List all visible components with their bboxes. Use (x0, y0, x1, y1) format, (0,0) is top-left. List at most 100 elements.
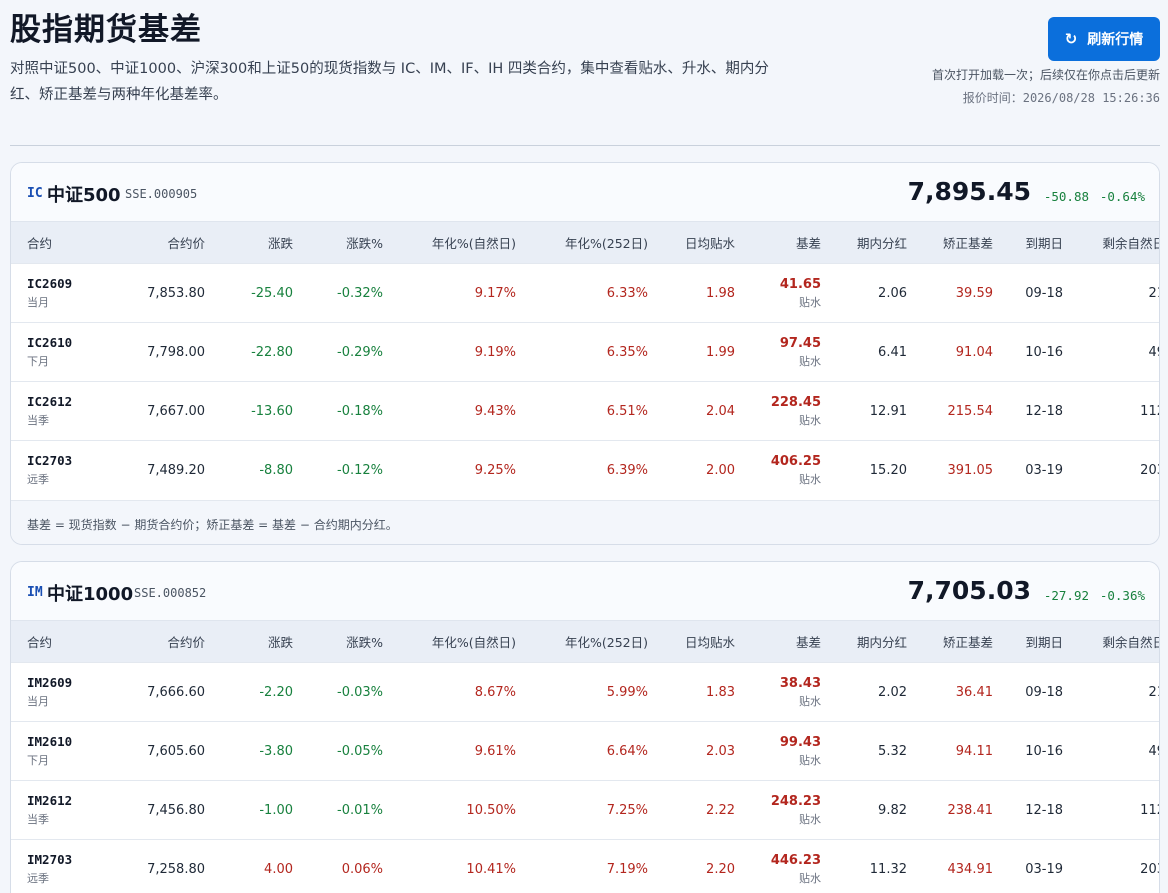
refresh-button[interactable]: ↻ 刷新行情 (1048, 17, 1160, 61)
dividend-value: 5.32 (878, 743, 907, 759)
dividend-value: 2.02 (878, 684, 907, 700)
change-value: -25.40 (251, 285, 293, 301)
change-pct-value: 0.06% (341, 861, 383, 877)
refresh-button-label: 刷新行情 (1087, 32, 1144, 48)
expiry-date: 12-18 (1025, 403, 1063, 419)
table-row: IM2609 当月 7,666.60 -2.20 -0.03% 8.67% 5.99% 1.8… (11, 662, 1159, 722)
annual-natural-value: 10.41% (466, 861, 516, 877)
daily-discount-value: 2.22 (706, 802, 735, 818)
days-left-value: 21 (1148, 285, 1159, 301)
change-pct-value: -0.32% (337, 285, 383, 301)
daily-discount-value: 2.20 (706, 861, 735, 877)
change-value: -22.80 (251, 344, 293, 360)
expiry-date: 09-18 (1025, 684, 1063, 700)
contract-price: 7,853.80 (147, 285, 205, 301)
annual-252-value: 6.39% (606, 462, 648, 478)
contracts-table: 合约 合约价 涨跌 涨跌% 年化%(自然日) 年化%(252日) 日均贴水 基差 期内分红 矫正基… (11, 221, 1159, 500)
contract-code: IM2609 (27, 675, 73, 690)
column-header-annual-natural-col: 年化%(自然日) (399, 620, 532, 663)
dividend-value: 15.20 (869, 462, 907, 478)
annual-252-value: 7.25% (606, 802, 648, 818)
adjusted-basis-value: 36.41 (955, 684, 993, 700)
basis-value: 38.43 (779, 675, 821, 691)
annual-natural-value: 8.67% (474, 684, 516, 700)
card-header: IM 中证1000 SSE.000852 7,705.03 -27.92 -0.… (11, 562, 1159, 620)
change-pct-value: -0.18% (337, 403, 383, 419)
basis-value: 41.65 (779, 276, 821, 292)
column-header-days-left-col: 剩余自然日 (1079, 620, 1159, 663)
annual-252-value: 6.64% (606, 743, 648, 759)
contract-month-label: 当月 (27, 695, 49, 708)
daily-discount-value: 2.04 (706, 403, 735, 419)
card-change: -50.88 (1043, 189, 1089, 204)
contracts-table: 合约 合约价 涨跌 涨跌% 年化%(自然日) 年化%(252日) 日均贴水 基差 期内分红 矫正基… (11, 620, 1159, 893)
change-value: 4.00 (264, 861, 293, 877)
column-header-change-pct-col: 涨跌% (309, 221, 399, 264)
card-symbol: SSE.000852 (134, 586, 207, 600)
basis-value: 248.23 (770, 793, 821, 809)
card-code: IM (27, 585, 43, 600)
basis-value: 228.45 (770, 394, 821, 410)
annual-252-value: 6.35% (606, 344, 648, 360)
column-header-daily-discount-col: 日均贴水 (664, 221, 751, 264)
contract-price: 7,489.20 (147, 462, 205, 478)
change-pct-value: -0.12% (337, 462, 383, 478)
expiry-date: 10-16 (1025, 344, 1063, 360)
column-header-change-pct-col: 涨跌% (309, 620, 399, 663)
column-header-days-left-col: 剩余自然日 (1079, 221, 1159, 264)
page-title: 股指期货基差 (10, 12, 202, 48)
header-divider (10, 145, 1160, 146)
contract-price: 7,666.60 (147, 684, 205, 700)
annual-252-value: 6.51% (606, 403, 648, 419)
column-header-change-col: 涨跌 (221, 620, 309, 663)
basis-tag: 贴水 (799, 413, 821, 427)
contract-code: IM2703 (27, 852, 73, 868)
days-left-value: 112 (1140, 403, 1159, 419)
daily-discount-value: 2.03 (706, 743, 735, 759)
dividend-value: 6.41 (878, 344, 907, 360)
card-spot-price: 7,705.03 (907, 576, 1031, 605)
adjusted-basis-value: 91.04 (955, 344, 993, 360)
adjusted-basis-value: 434.91 (947, 861, 994, 877)
column-header-annual-252-col: 年化%(252日) (532, 620, 664, 663)
page-description: 对照中证500、中证1000、沪深300和上证50的现货指数与 IC、IM、IF… (10, 61, 769, 103)
adjusted-basis-value: 215.54 (947, 403, 994, 419)
contract-code: IC2609 (27, 276, 73, 291)
contract-price: 7,605.60 (147, 743, 205, 759)
basis-tag: 贴水 (799, 871, 821, 885)
column-header-expiry-col: 到期日 (1009, 620, 1079, 663)
contract-code: IC2703 (27, 453, 73, 469)
change-value: -2.20 (259, 684, 293, 700)
index-card-im: IM 中证1000 SSE.000852 7,705.03 -27.92 -0.… (10, 561, 1160, 893)
basis-value: 406.25 (770, 453, 821, 469)
column-header-daily-discount-col: 日均贴水 (664, 620, 751, 663)
dividend-value: 11.32 (869, 861, 907, 877)
adjusted-basis-value: 39.59 (955, 285, 993, 301)
change-pct-value: -0.05% (337, 743, 383, 759)
basis-tag: 贴水 (799, 354, 821, 368)
basis-tag: 贴水 (799, 295, 821, 309)
annual-252-value: 5.99% (606, 684, 648, 700)
contract-month-label: 远季 (27, 473, 49, 487)
contract-month-label: 当季 (27, 414, 49, 427)
column-header-expiry-col: 到期日 (1009, 221, 1079, 264)
change-value: -8.80 (259, 462, 293, 478)
expiry-date: 10-16 (1025, 743, 1063, 759)
adjusted-basis-value: 94.11 (955, 743, 993, 759)
basis-value: 97.45 (779, 335, 821, 351)
contract-month-label: 下月 (27, 355, 49, 368)
annual-252-value: 6.33% (606, 285, 648, 301)
column-header-contract-col: 合约 (11, 620, 111, 663)
column-header-price-col: 合约价 (111, 221, 221, 264)
annual-252-value: 7.19% (606, 861, 648, 877)
contract-month-label: 当季 (27, 813, 49, 826)
column-header-dividend-col: 期内分红 (837, 221, 923, 264)
page-header: 股指期货基差 对照中证500、中证1000、沪深300和上证50的现货指数与 I… (10, 0, 1160, 130)
contract-code: IC2612 (27, 394, 73, 409)
card-spot-price: 7,895.45 (907, 177, 1031, 206)
annual-natural-value: 9.61% (474, 743, 516, 759)
column-header-contract-col: 合约 (11, 221, 111, 264)
table-row: IM2612 当季 7,456.80 -1.00 -0.01% 10.50% 7.25% 2.… (11, 780, 1159, 840)
days-left-value: 203 (1140, 462, 1159, 478)
annual-natural-value: 9.19% (474, 344, 516, 360)
